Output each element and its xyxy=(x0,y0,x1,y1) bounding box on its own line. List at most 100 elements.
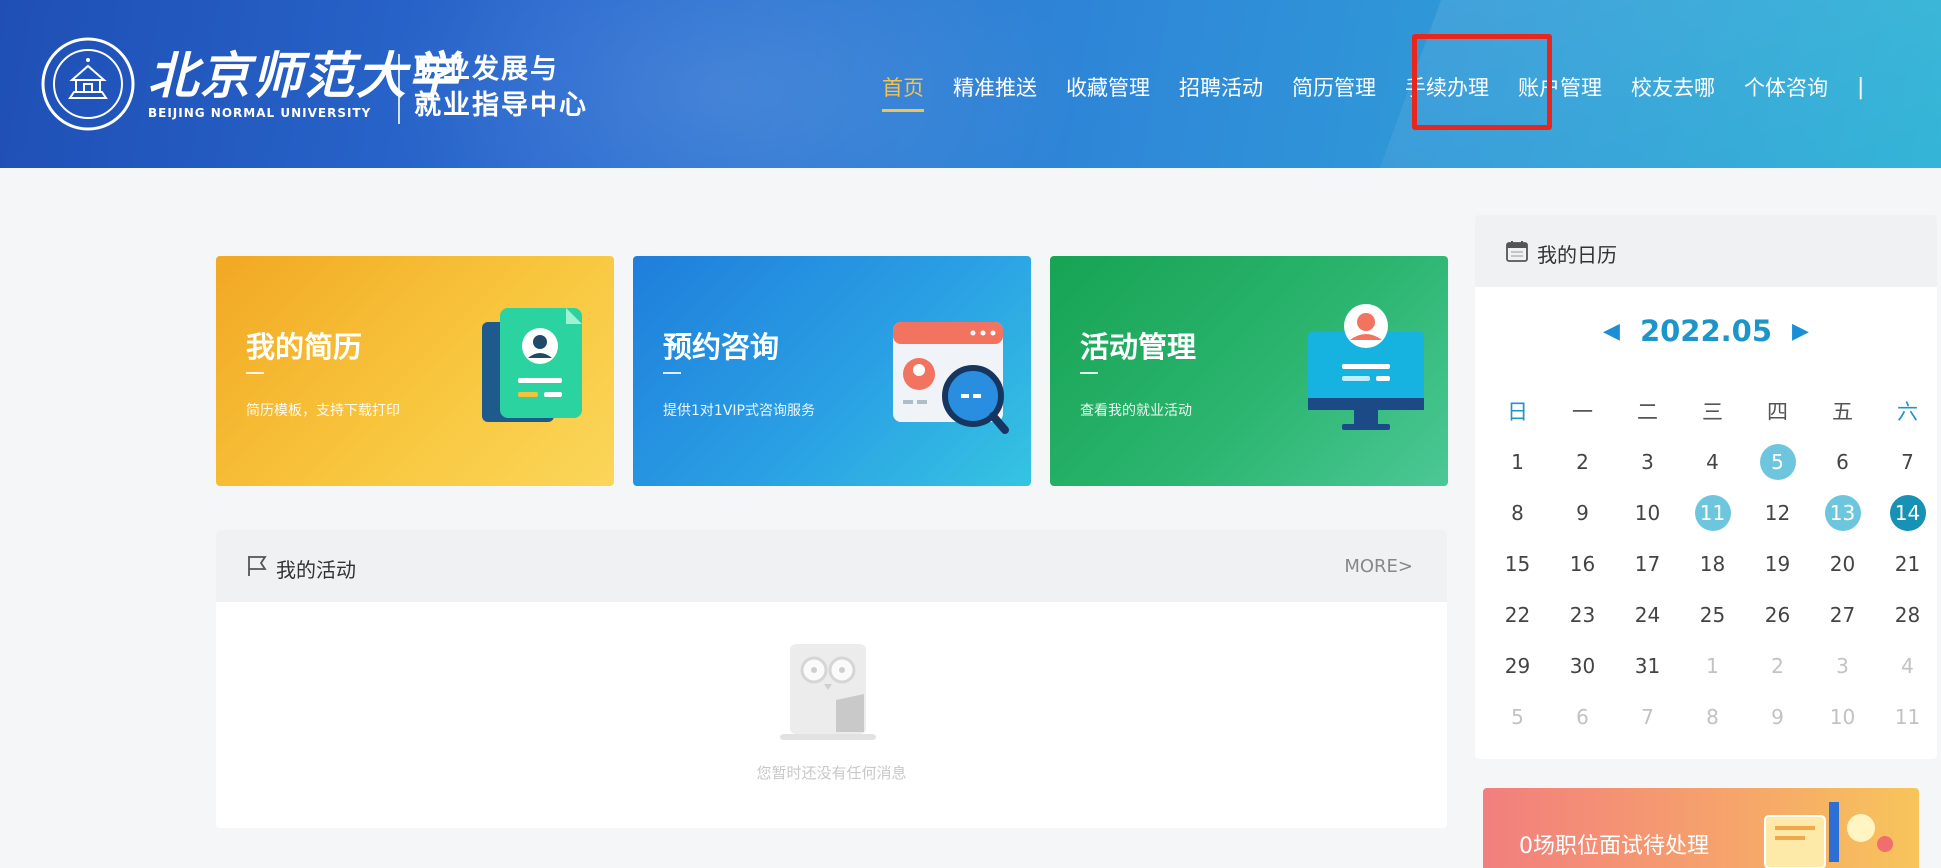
calendar-day[interactable]: 23 xyxy=(1550,589,1615,640)
banner-text: 0场职位面试待处理 xyxy=(1519,834,1709,859)
nav-favorites[interactable]: 收藏管理 xyxy=(1066,72,1150,102)
card-my-resume[interactable]: 我的简历 简历模板，支持下载打印 xyxy=(216,256,614,486)
card-book-consultation[interactable]: 预约咨询 提供1对1VIP式咨询服务 xyxy=(633,256,1031,486)
calendar-day[interactable]: 16 xyxy=(1550,538,1615,589)
calendar-header: 我的日历 xyxy=(1475,215,1937,287)
calendar-day[interactable]: 8 xyxy=(1485,487,1550,538)
card-title: 我的简历 xyxy=(246,330,363,364)
calendar-day[interactable]: 24 xyxy=(1615,589,1680,640)
my-calendar-panel: 我的日历 ◀ 2022.05 ▶ 日一二三四五六 1 2 3 4 5 6 7 8 9 10 11 12 1… xyxy=(1475,215,1937,759)
calendar-day[interactable]: 19 xyxy=(1745,538,1810,589)
calendar-day[interactable]: 4 xyxy=(1875,640,1940,691)
main-nav: 首页 精准推送 收藏管理 招聘活动 简历管理 手续办理 账户管理 校友去哪 个体… xyxy=(882,72,1865,112)
weekday-header: 四 xyxy=(1767,399,1788,424)
calendar-day[interactable]: 28 xyxy=(1875,589,1940,640)
more-link[interactable]: MORE> xyxy=(1344,556,1413,577)
university-name-en: BEIJING NORMAL UNIVERSITY xyxy=(148,106,372,120)
calendar-day[interactable]: 8 xyxy=(1680,691,1745,742)
center-name: 职业发展与 就业指导中心 xyxy=(414,52,588,124)
calendar-day[interactable]: 31 xyxy=(1615,640,1680,691)
calendar-day[interactable]: 13 xyxy=(1810,487,1875,538)
event-day-marker[interactable]: 11 xyxy=(1694,494,1731,531)
card-title: 活动管理 xyxy=(1080,330,1197,364)
calendar-day[interactable]: 25 xyxy=(1680,589,1745,640)
nav-home[interactable]: 首页 xyxy=(882,72,924,112)
calendar-day[interactable]: 20 xyxy=(1810,538,1875,589)
calendar-day[interactable]: 7 xyxy=(1875,436,1940,487)
nav-alumni-destinations[interactable]: 校友去哪 xyxy=(1631,72,1715,102)
weekday-header: 一 xyxy=(1572,399,1593,424)
nav-separator: | xyxy=(1857,74,1865,100)
calendar-day[interactable]: 10 xyxy=(1810,691,1875,742)
current-month: 2022.05 xyxy=(1639,314,1773,348)
calendar-day[interactable]: 2 xyxy=(1745,640,1810,691)
center-name-line2: 就业指导中心 xyxy=(414,90,588,121)
flag-icon xyxy=(248,556,267,576)
calendar-day[interactable]: 29 xyxy=(1485,640,1550,691)
calendar-day[interactable]: 30 xyxy=(1550,640,1615,691)
calendar-day[interactable]: 10 xyxy=(1615,487,1680,538)
card-divider xyxy=(1080,372,1098,374)
card-subtitle: 提供1对1VIP式咨询服务 xyxy=(663,403,815,419)
card-subtitle: 简历模板，支持下载打印 xyxy=(246,403,400,419)
calendar-day[interactable]: 1 xyxy=(1485,436,1550,487)
university-seal-logo[interactable] xyxy=(40,36,136,132)
consult-icon xyxy=(893,322,1009,434)
panel-title: 我的活动 xyxy=(276,558,356,582)
calendar-title: 我的日历 xyxy=(1537,243,1617,267)
card-title: 预约咨询 xyxy=(663,330,780,364)
calendar-day[interactable]: 11 xyxy=(1680,487,1745,538)
calendar-day[interactable]: 5 xyxy=(1485,691,1550,742)
prev-month-icon[interactable]: ◀ xyxy=(1603,319,1620,344)
calendar-day[interactable]: 26 xyxy=(1745,589,1810,640)
calendar-day[interactable]: 2 xyxy=(1550,436,1615,487)
card-subtitle: 查看我的就业活动 xyxy=(1080,403,1192,419)
card-divider xyxy=(663,372,681,374)
card-activity-management[interactable]: 活动管理 查看我的就业活动 xyxy=(1050,256,1448,486)
calendar-day[interactable]: 14 xyxy=(1875,487,1940,538)
weekday-header: 五 xyxy=(1832,399,1853,424)
calendar-day[interactable]: 6 xyxy=(1550,691,1615,742)
calendar-day[interactable]: 22 xyxy=(1485,589,1550,640)
panel-header: 我的活动 MORE> xyxy=(216,530,1447,602)
center-name-line1: 职业发展与 xyxy=(414,54,559,85)
nav-precise-push[interactable]: 精准推送 xyxy=(953,72,1037,102)
calendar-day[interactable]: 21 xyxy=(1875,538,1940,589)
resume-icon xyxy=(482,308,582,422)
event-day-marker[interactable]: 14 xyxy=(1889,494,1926,531)
empty-message: 您暂时还没有任何消息 xyxy=(756,764,907,782)
monitor-user-icon xyxy=(1308,304,1424,430)
calendar-day[interactable]: 1 xyxy=(1680,640,1745,691)
calendar-day[interactable]: 17 xyxy=(1615,538,1680,589)
event-day-marker[interactable]: 5 xyxy=(1759,443,1796,480)
calendar-day[interactable]: 6 xyxy=(1810,436,1875,487)
my-activities-panel: 我的活动 MORE> 您暂时还没有任何消息 xyxy=(216,530,1447,828)
calendar-day[interactable]: 3 xyxy=(1615,436,1680,487)
nav-recruitment-events[interactable]: 招聘活动 xyxy=(1179,72,1263,102)
brand-divider xyxy=(398,54,400,124)
interview-illustration-icon xyxy=(1764,802,1893,868)
calendar-day[interactable]: 3 xyxy=(1810,640,1875,691)
weekday-header: 二 xyxy=(1637,399,1658,424)
card-divider xyxy=(246,372,264,374)
interview-pending-banner[interactable]: 0场职位面试待处理 xyxy=(1483,788,1919,868)
top-header: 北京师范大学 BEIJING NORMAL UNIVERSITY 职业发展与 就… xyxy=(0,0,1941,168)
calendar-day[interactable]: 11 xyxy=(1875,691,1940,742)
calendar-day[interactable]: 7 xyxy=(1615,691,1680,742)
calendar-day[interactable]: 9 xyxy=(1550,487,1615,538)
calendar-icon xyxy=(1506,241,1528,262)
calendar-day[interactable]: 9 xyxy=(1745,691,1810,742)
next-month-icon[interactable]: ▶ xyxy=(1792,319,1809,344)
nav-resume-management[interactable]: 简历管理 xyxy=(1292,72,1376,102)
calendar-day[interactable]: 15 xyxy=(1485,538,1550,589)
weekday-header: 六 xyxy=(1897,399,1918,424)
calendar-day[interactable]: 4 xyxy=(1680,436,1745,487)
calendar-day[interactable]: 5 xyxy=(1745,436,1810,487)
calendar-day[interactable]: 12 xyxy=(1745,487,1810,538)
weekday-header: 三 xyxy=(1702,399,1723,424)
highlight-box xyxy=(1412,34,1552,130)
event-day-marker[interactable]: 13 xyxy=(1824,494,1861,531)
nav-individual-consult[interactable]: 个体咨询 xyxy=(1744,72,1828,102)
calendar-day[interactable]: 27 xyxy=(1810,589,1875,640)
calendar-day[interactable]: 18 xyxy=(1680,538,1745,589)
